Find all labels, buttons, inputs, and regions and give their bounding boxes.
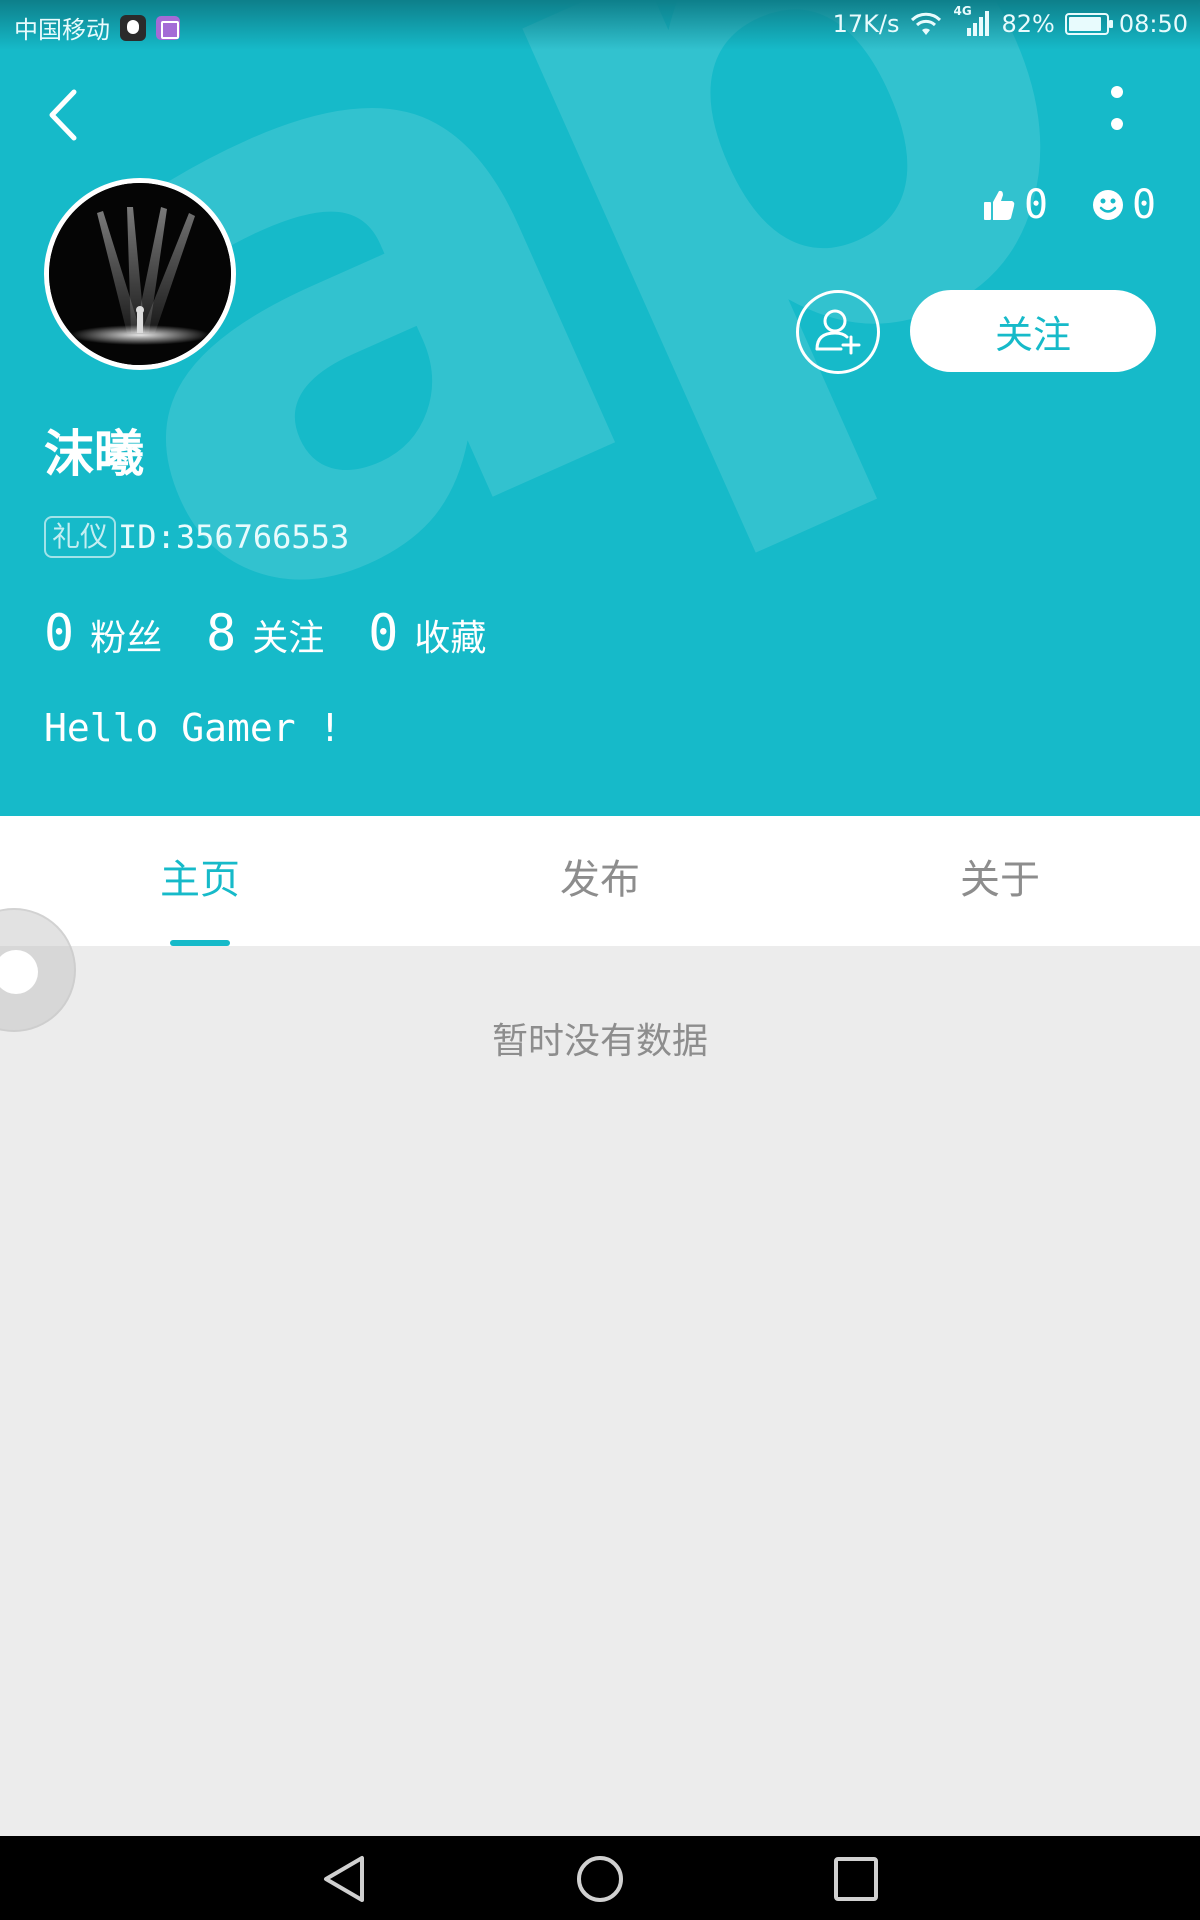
network-speed: 17K/s — [832, 10, 900, 38]
battery-percent: 82% — [1001, 10, 1055, 38]
tab-posts[interactable]: 发布 — [400, 816, 800, 946]
clock: 08:50 — [1118, 10, 1188, 38]
smile-count: 0 — [1132, 182, 1157, 228]
id-row: 礼仪 ID:356766553 — [44, 516, 349, 558]
profile-tabs: 主页 发布 关于 — [0, 816, 1200, 946]
tab-about[interactable]: 关于 — [800, 816, 1200, 946]
tab-label: 发布 — [560, 857, 640, 903]
tab-label: 关于 — [960, 857, 1040, 903]
navigation-bar — [0, 1836, 1200, 1920]
smile-icon — [1093, 190, 1123, 220]
thumbs-up-icon — [984, 190, 1015, 220]
add-friend-button[interactable] — [796, 290, 880, 374]
stat-following[interactable]: 8 关注 — [206, 604, 324, 662]
stat-label: 关注 — [252, 618, 325, 659]
add-friend-icon — [815, 309, 861, 355]
wifi-icon — [911, 12, 942, 35]
profile-stats: 0 粉丝 8 关注 0 收藏 — [44, 604, 530, 662]
more-icon — [1100, 86, 1134, 130]
stat-fans[interactable]: 0 粉丝 — [44, 604, 162, 662]
gallery-notification-icon — [156, 15, 180, 40]
user-id: ID:356766553 — [118, 518, 350, 556]
nav-back-button[interactable] — [318, 1852, 372, 1906]
like-counter[interactable]: 0 — [982, 182, 1048, 228]
like-count: 0 — [1024, 182, 1049, 228]
stat-label: 粉丝 — [90, 618, 163, 659]
stat-number: 0 — [368, 604, 399, 662]
back-icon — [49, 89, 77, 141]
back-button[interactable] — [40, 84, 90, 146]
smile-counter[interactable]: 0 — [1092, 182, 1156, 228]
nav-home-button[interactable] — [573, 1852, 627, 1906]
tab-content: 暂时没有数据 — [0, 946, 1200, 1836]
stat-label: 收藏 — [414, 618, 487, 659]
carrier-name: 中国移动 — [14, 16, 110, 44]
tab-home[interactable]: 主页 — [0, 816, 400, 946]
cellular-signal-icon: 4G — [953, 4, 991, 38]
user-bio: Hello Gamer ! — [44, 706, 342, 750]
user-badge: 礼仪 — [44, 516, 117, 558]
more-options-button[interactable] — [1100, 86, 1134, 146]
nav-home-icon — [577, 1856, 623, 1902]
tab-label: 主页 — [160, 857, 240, 903]
follow-button[interactable]: 关注 — [910, 290, 1156, 372]
avatar-image — [49, 183, 231, 365]
profile-header: apTa 中国移动 17K/s 4G 82% 08:50 0 0 关注 沫曦 礼… — [0, 0, 1200, 816]
stat-number: 0 — [44, 604, 75, 662]
stat-number: 8 — [206, 604, 237, 662]
nav-recent-apps-button[interactable] — [829, 1852, 883, 1906]
empty-state-text: 暂时没有数据 — [491, 1021, 708, 1062]
status-bar: 中国移动 17K/s 4G 82% 08:50 — [0, 0, 1200, 50]
nav-recent-icon — [834, 1857, 878, 1901]
username: 沫曦 — [44, 425, 144, 483]
nav-back-icon — [324, 1856, 364, 1902]
stat-favorites[interactable]: 0 收藏 — [368, 604, 486, 662]
avatar[interactable] — [44, 178, 236, 370]
battery-icon — [1064, 13, 1113, 35]
qq-notification-icon — [120, 14, 146, 41]
